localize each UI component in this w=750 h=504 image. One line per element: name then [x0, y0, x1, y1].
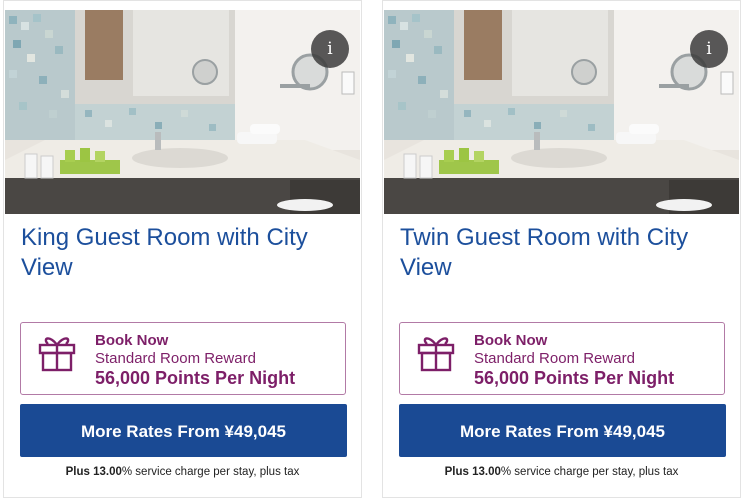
- more-rates-button[interactable]: More Rates From ¥49,045: [20, 404, 347, 457]
- service-charge-note: Plus 13.00% service charge per stay, plu…: [383, 466, 740, 478]
- room-photo[interactable]: i: [384, 10, 739, 214]
- service-charge-note: Plus 13.00% service charge per stay, plu…: [4, 466, 361, 478]
- book-now-reward[interactable]: Book Now Standard Room Reward 56,000 Poi…: [20, 322, 346, 395]
- room-photo[interactable]: i: [5, 10, 360, 214]
- more-rates-button[interactable]: More Rates From ¥49,045: [399, 404, 726, 457]
- gift-icon: [38, 337, 76, 372]
- room-card-list: i King Guest Room with City View Book No…: [0, 0, 750, 504]
- service-charge-text: % service charge per stay, plus tax: [500, 466, 679, 478]
- service-charge-text: % service charge per stay, plus tax: [121, 466, 300, 478]
- reward-type: Standard Room Reward: [95, 350, 256, 367]
- reward-type: Standard Room Reward: [474, 350, 635, 367]
- reward-points: 56,000 Points Per Night: [95, 368, 296, 388]
- reward-text: Book Now Standard Room Reward 56,000 Poi…: [95, 332, 295, 388]
- reward-text: Book Now Standard Room Reward 56,000 Poi…: [474, 332, 674, 388]
- reward-heading: Book Now: [474, 332, 548, 349]
- info-icon[interactable]: i: [311, 30, 349, 68]
- book-now-reward[interactable]: Book Now Standard Room Reward 56,000 Poi…: [399, 322, 725, 395]
- service-charge-rate: Plus 13.00: [444, 466, 501, 478]
- service-charge-rate: Plus 13.00: [65, 466, 122, 478]
- reward-heading: Book Now: [95, 332, 169, 349]
- gift-icon: [417, 337, 455, 372]
- bathroom-image: [384, 10, 739, 214]
- reward-points: 56,000 Points Per Night: [474, 368, 675, 388]
- room-card: i King Guest Room with City View Book No…: [3, 0, 362, 498]
- room-title[interactable]: Twin Guest Room with City View: [400, 223, 720, 283]
- info-icon[interactable]: i: [690, 30, 728, 68]
- bathroom-image: [5, 10, 360, 214]
- room-title[interactable]: King Guest Room with City View: [21, 223, 341, 283]
- room-card: i Twin Guest Room with City View Book No…: [382, 0, 741, 498]
